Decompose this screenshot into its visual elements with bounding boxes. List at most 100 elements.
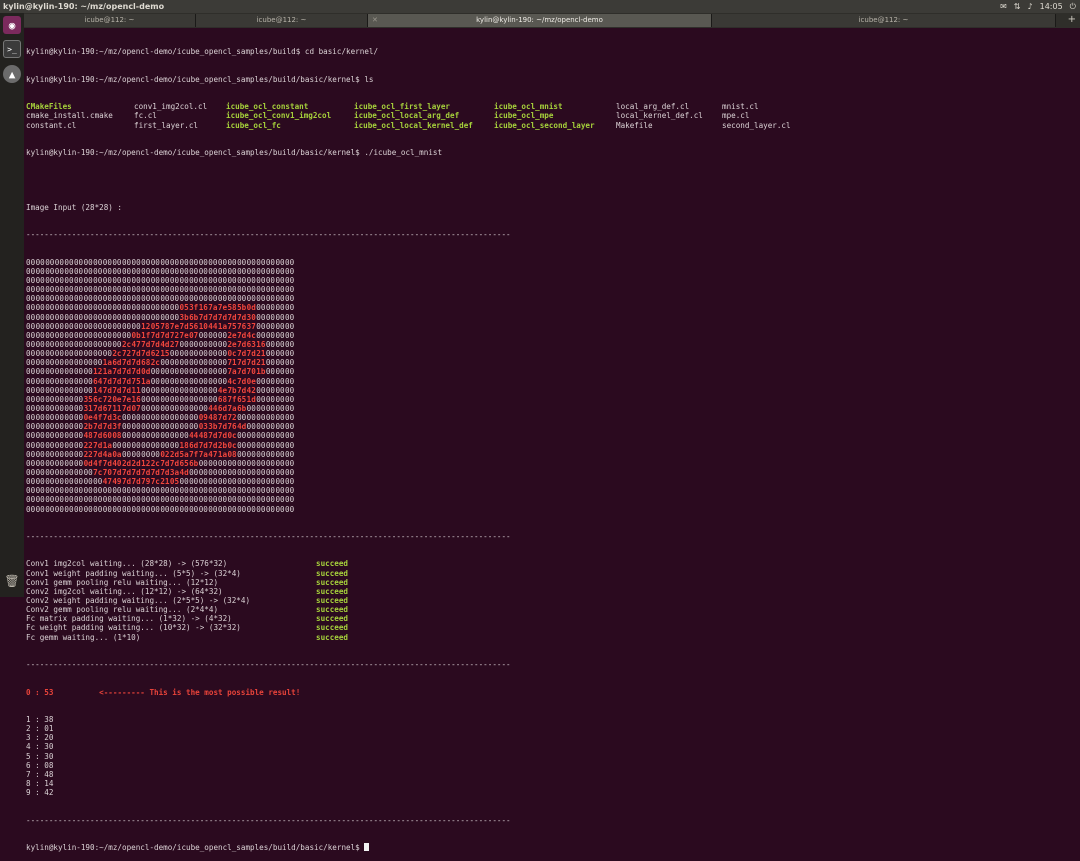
new-tab-icon[interactable]: + xyxy=(1068,14,1076,26)
pixel-value: 00 xyxy=(102,504,112,514)
pixel-value: 00 xyxy=(35,449,45,459)
pixel-value: 2e xyxy=(227,340,237,350)
pixel-value: 00 xyxy=(131,413,141,423)
pixel-value: 00 xyxy=(64,385,74,395)
pixel-value: 00 xyxy=(285,495,295,505)
mail-icon[interactable]: ✉ xyxy=(1000,0,1007,13)
pixel-value: 07 xyxy=(131,404,141,414)
pixel-value: 00 xyxy=(131,276,141,286)
pixel-value: 00 xyxy=(64,285,74,295)
close-icon[interactable]: ✕ xyxy=(372,14,378,27)
pixel-value: 5b xyxy=(237,303,247,313)
pixel-value: 3a xyxy=(169,468,180,477)
pixel-value: 00 xyxy=(217,257,228,267)
pixel-value: 00 xyxy=(169,385,180,395)
pixel-value: 7d xyxy=(208,440,218,450)
top-result-note: <--------- This is the most possible res… xyxy=(99,687,301,697)
pixel-value: 00 xyxy=(141,422,151,432)
pixel-value: 00 xyxy=(275,477,285,487)
pixel-value: 0c xyxy=(227,440,237,450)
pixel-value: 00 xyxy=(160,486,170,496)
tab-3-active[interactable]: ✕ kylin@kylin-190: ~/mz/opencl-demo xyxy=(368,14,712,27)
pixel-value: 2d xyxy=(131,458,141,468)
pixel-value: 00 xyxy=(102,340,112,350)
pixel-value: 7d xyxy=(112,468,122,477)
pixel-value: 2e xyxy=(227,330,237,340)
pixel-value: 00 xyxy=(54,330,64,340)
pixel-value: 00 xyxy=(237,449,247,459)
pixel-value: 35 xyxy=(83,394,93,404)
pixel-value: 00 xyxy=(83,257,93,267)
pixel-value: 00 xyxy=(285,440,295,450)
pixel-value: 00 xyxy=(189,376,199,386)
pixel-value: 00 xyxy=(73,477,84,487)
pixel-value: 00 xyxy=(285,340,295,350)
pixel-value: 70 xyxy=(102,468,112,477)
pixel-value: 00 xyxy=(189,504,199,514)
trash-icon[interactable]: 🗑 xyxy=(3,572,21,590)
pixel-value: 00 xyxy=(45,330,55,340)
pixel-value: 00 xyxy=(246,504,256,514)
pixel-value: 00 xyxy=(121,266,132,276)
pixel-value: 7d xyxy=(217,422,228,432)
pixel-value: 00 xyxy=(131,495,141,505)
pixel-value: 00 xyxy=(26,394,36,404)
pixel-value: 00 xyxy=(275,340,285,350)
grid-row: 00000000000000647d7d7d751a00000000000000… xyxy=(26,377,1076,386)
pixel-value: 00 xyxy=(198,340,208,350)
pixel-value: 00 xyxy=(208,486,218,496)
tab-2[interactable]: icube@112: ~ xyxy=(196,14,368,27)
command-line: kylin@kylin-190:~/mz/opencl-demo/icube_o… xyxy=(26,47,379,57)
pixel-value: 00 xyxy=(275,468,285,477)
pixel-value: 00 xyxy=(54,486,64,496)
pixel-value: 00 xyxy=(102,303,112,313)
pixel-value: 00 xyxy=(285,449,295,459)
pixel-value: 00 xyxy=(265,504,275,514)
app-icon[interactable]: ▲ xyxy=(3,65,21,83)
pixel-value: 00 xyxy=(275,440,285,450)
step-row: Conv1 img2col waiting... (28*28) -> (576… xyxy=(26,559,1076,568)
pixel-value: 00 xyxy=(285,422,295,432)
pixel-value: 72 xyxy=(102,394,112,404)
pixel-value: 00 xyxy=(150,376,160,386)
pixel-value: 00 xyxy=(26,385,36,395)
clock[interactable]: 14:05 xyxy=(1040,0,1063,13)
pixel-value: 7d xyxy=(237,330,247,340)
pixel-value: 00 xyxy=(102,257,112,267)
pixel-value: 00 xyxy=(54,321,64,331)
pixel-value: 00 xyxy=(83,285,93,295)
pixel-value: 00 xyxy=(285,431,295,441)
pixel-value: 00 xyxy=(26,486,36,496)
ubuntu-icon[interactable]: ◉ xyxy=(3,16,21,34)
grid-row: 0000000000000000002c727d7d62150000000000… xyxy=(26,349,1076,358)
pixel-value: 00 xyxy=(179,376,189,386)
terminal-icon[interactable]: >_ xyxy=(3,40,21,58)
pixel-value: 00 xyxy=(275,257,285,267)
prompt-line[interactable]: kylin@kylin-190:~/mz/opencl-demo/icube_o… xyxy=(26,842,1076,852)
pixel-value: 49 xyxy=(112,477,122,487)
terminal-output[interactable]: kylin@kylin-190:~/mz/opencl-demo/icube_o… xyxy=(26,29,1076,852)
tab-4[interactable]: icube@112: ~ xyxy=(712,14,1056,27)
pixel-value: 00 xyxy=(83,385,93,395)
pixel-value: 7d xyxy=(150,468,160,477)
pixel-value: 65 xyxy=(237,394,247,404)
pixel-value: 00 xyxy=(83,266,93,276)
pixel-value: 00 xyxy=(54,349,64,359)
pixel-value: 00 xyxy=(73,449,84,459)
cursor xyxy=(364,842,370,851)
pixel-value: 00 xyxy=(160,495,170,505)
pixel-value: 00 xyxy=(198,349,208,359)
tab-1[interactable]: icube@112: ~ xyxy=(24,14,196,27)
pixel-value: 7d xyxy=(150,330,160,340)
pixel-value: 00 xyxy=(265,276,275,286)
power-icon[interactable]: ⏻ xyxy=(1070,0,1076,13)
volume-icon[interactable]: ♪ xyxy=(1028,0,1033,13)
pixel-value: 00 xyxy=(217,349,228,359)
pixel-value: 00 xyxy=(26,449,36,459)
pixel-value: 00 xyxy=(285,504,295,514)
pixel-value: 00 xyxy=(256,495,266,505)
pixel-value: 00 xyxy=(121,422,132,432)
pixel-value: 00 xyxy=(83,303,93,313)
pixel-value: 0e xyxy=(83,413,93,423)
network-icon[interactable]: ⇅ xyxy=(1014,0,1021,13)
